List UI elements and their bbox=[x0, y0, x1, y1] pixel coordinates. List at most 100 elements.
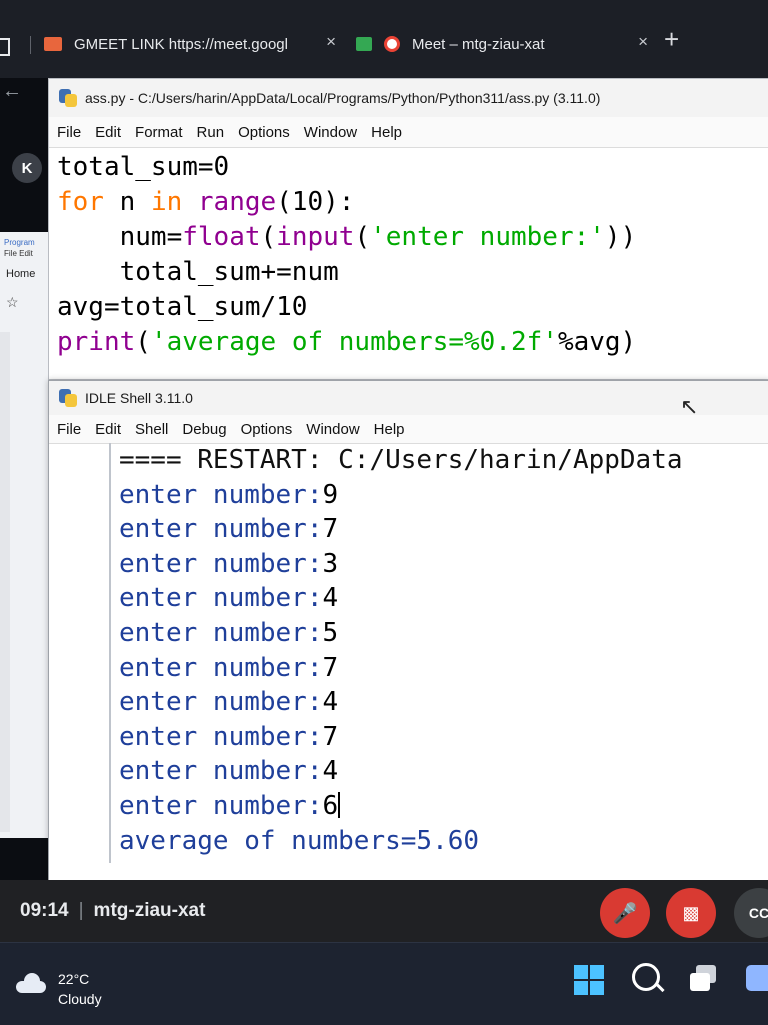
menu-edit[interactable]: Edit bbox=[95, 421, 121, 438]
prompt-text: enter number: bbox=[119, 548, 323, 579]
code-text: avg=total_sum/10 bbox=[57, 292, 308, 322]
code-line: total_sum=0 bbox=[57, 150, 768, 185]
user-input: 9 bbox=[322, 479, 339, 510]
browser-tab-bar: GMEET LINK https://meet.googl × Meet – m… bbox=[0, 0, 768, 78]
builtin: input bbox=[276, 222, 355, 252]
meet-app-icon[interactable] bbox=[746, 965, 768, 991]
menu-help[interactable]: Help bbox=[374, 421, 405, 438]
prompt-text: enter number: bbox=[119, 617, 323, 648]
menu-file[interactable]: File bbox=[57, 421, 81, 438]
shell-menubar: File Edit Shell Debug Options Window Hel… bbox=[49, 415, 768, 444]
prompt-text: enter number: bbox=[119, 721, 323, 752]
code-text: total_sum=0 bbox=[57, 152, 230, 182]
slides-favicon-icon bbox=[44, 37, 62, 51]
tab-close-icon[interactable]: × bbox=[638, 32, 648, 52]
back-arrow-icon[interactable]: ← bbox=[2, 80, 22, 103]
text-cursor bbox=[338, 791, 341, 818]
editor-title: ass.py - C:/Users/harin/AppData/Local/Pr… bbox=[85, 90, 601, 106]
prompt-text: enter number: bbox=[119, 756, 323, 787]
user-input: 4 bbox=[322, 687, 339, 718]
shell-prompt-line: enter number:7 bbox=[111, 720, 768, 755]
new-tab-button[interactable]: + bbox=[664, 24, 679, 55]
meeting-code: mtg-ziau-xat bbox=[93, 900, 206, 921]
menu-edit[interactable]: Edit bbox=[95, 124, 121, 141]
shell-prompt-line: enter number:4 bbox=[111, 754, 768, 789]
code-text: ( bbox=[354, 222, 371, 252]
python-icon bbox=[59, 389, 77, 407]
idle-editor-window: ass.py - C:/Users/harin/AppData/Local/Pr… bbox=[48, 78, 768, 380]
menu-help[interactable]: Help bbox=[371, 124, 402, 141]
prompt-text: enter number: bbox=[119, 687, 323, 718]
prompt-text: enter number: bbox=[119, 514, 323, 545]
menu-options[interactable]: Options bbox=[241, 421, 293, 438]
mouse-pointer-icon: ↖ bbox=[680, 394, 699, 419]
tab-separator bbox=[30, 36, 31, 54]
meet-favicon-icon bbox=[356, 37, 372, 51]
menu-file[interactable]: File bbox=[57, 124, 81, 141]
cloud-icon[interactable] bbox=[16, 973, 48, 993]
keyword: in bbox=[150, 187, 183, 217]
menu-run[interactable]: Run bbox=[197, 124, 225, 141]
captions-button[interactable]: CC bbox=[734, 888, 768, 938]
code-text: ( bbox=[135, 327, 151, 357]
code-text: n bbox=[103, 187, 151, 217]
menu-options[interactable]: Options bbox=[238, 124, 290, 141]
window-control-icon[interactable] bbox=[0, 38, 10, 56]
shell-prompt-line: enter number:6 bbox=[111, 789, 768, 824]
captions-icon: CC bbox=[748, 905, 768, 921]
explorer-sidebar bbox=[0, 332, 10, 832]
mic-off-button[interactable]: 🎤 bbox=[600, 888, 650, 938]
task-view-icon[interactable] bbox=[690, 965, 716, 991]
camera-off-button[interactable]: ▩ bbox=[666, 888, 716, 938]
menu-debug[interactable]: Debug bbox=[182, 421, 226, 438]
editor-titlebar: ass.py - C:/Users/harin/AppData/Local/Pr… bbox=[49, 79, 768, 117]
code-line: total_sum+=num bbox=[57, 255, 768, 290]
shell-prompt-line: enter number:4 bbox=[111, 685, 768, 720]
search-icon[interactable] bbox=[632, 963, 660, 991]
prompt-text: enter number: bbox=[119, 790, 323, 821]
user-input: 6 bbox=[322, 790, 339, 821]
shell-title: IDLE Shell 3.11.0 bbox=[85, 390, 193, 406]
tab-gmeet-link[interactable]: GMEET LINK https://meet.googl × bbox=[44, 26, 344, 62]
code-text: %avg) bbox=[557, 327, 637, 357]
shell-prompt-line: enter number:5 bbox=[111, 616, 768, 651]
shell-result-line: average of numbers=5.60 bbox=[119, 825, 480, 856]
user-input: 7 bbox=[322, 721, 339, 752]
prompt-text: enter number: bbox=[119, 583, 323, 614]
restart-line: ==== RESTART: C:/Users/harin/AppData bbox=[119, 445, 683, 475]
code-text: num= bbox=[57, 222, 183, 252]
weather-temperature[interactable]: 22°C bbox=[58, 971, 89, 987]
builtin: print bbox=[57, 327, 136, 357]
tab-label: GMEET LINK https://meet.googl bbox=[74, 35, 288, 53]
idle-shell-window: IDLE Shell 3.11.0 File Edit Shell Debug … bbox=[48, 380, 768, 882]
shell-prompt-line: enter number:9 bbox=[111, 478, 768, 513]
code-area[interactable]: total_sum=0 for n in range(10): num=float… bbox=[49, 148, 768, 360]
code-line: avg=total_sum/10 bbox=[57, 290, 768, 325]
menu-window[interactable]: Window bbox=[306, 421, 359, 438]
builtin: float bbox=[182, 222, 261, 252]
user-input: 7 bbox=[322, 652, 339, 683]
meeting-info: 09:14 | mtg-ziau-xat bbox=[20, 900, 205, 922]
menu-shell[interactable]: Shell bbox=[135, 421, 168, 438]
weather-condition[interactable]: Cloudy bbox=[58, 991, 102, 1007]
code-text: ( bbox=[260, 222, 277, 252]
editor-menubar: File Edit Format Run Options Window Help bbox=[49, 117, 768, 148]
camera-off-icon: ▩ bbox=[682, 902, 700, 923]
tab-meet[interactable]: Meet – mtg-ziau-xat × bbox=[356, 26, 656, 62]
code-text: )) bbox=[604, 222, 637, 252]
shell-prompt-line: enter number:7 bbox=[111, 512, 768, 547]
menu-format[interactable]: Format bbox=[135, 124, 183, 141]
meeting-time: 09:14 bbox=[20, 900, 69, 921]
tab-close-icon[interactable]: × bbox=[326, 32, 336, 52]
windows-start-icon[interactable] bbox=[574, 965, 604, 995]
prompt-text: enter number: bbox=[119, 652, 323, 683]
user-input: 3 bbox=[322, 548, 339, 579]
keyword: for bbox=[57, 187, 104, 217]
shell-output-area[interactable]: ==== RESTART: C:/Users/harin/AppData ent… bbox=[109, 443, 768, 863]
avatar[interactable]: K bbox=[12, 153, 42, 183]
menu-window[interactable]: Window bbox=[304, 124, 357, 141]
mic-off-icon: 🎤 bbox=[612, 902, 638, 925]
code-line: num=float(input('enter number:')) bbox=[57, 220, 768, 255]
user-input: 4 bbox=[322, 756, 339, 787]
